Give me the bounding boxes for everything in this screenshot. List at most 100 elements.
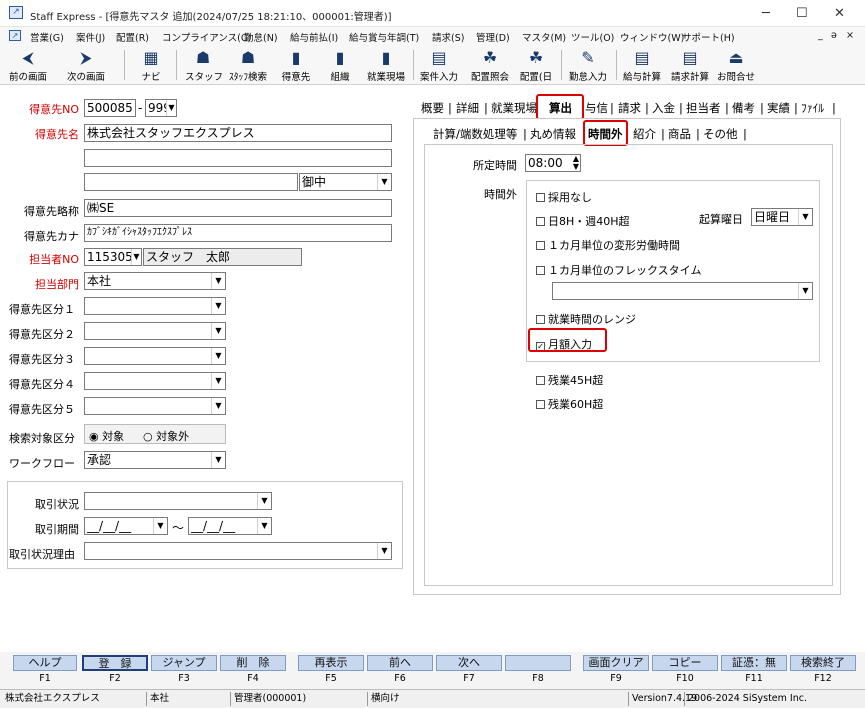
name-field-3[interactable] xyxy=(84,173,298,191)
billing-calc-button[interactable]: ▤ 請求計算 xyxy=(667,47,713,84)
trade-to-date[interactable]: __/__/__ ▼ xyxy=(188,517,272,535)
monthly-flex-checkbox[interactable]: １カ月単位のフレックスタイム xyxy=(536,262,701,278)
status-user: 管理者(000001) xyxy=(230,692,365,706)
tab-rounding-calc[interactable]: 計算/端数処理等 xyxy=(433,125,517,143)
redisplay-button[interactable]: 再表示 xyxy=(298,655,364,671)
mdi-close-button[interactable]: × xyxy=(846,30,854,41)
trade-status-select[interactable]: ▼ xyxy=(84,492,272,510)
end-search-button[interactable]: 検索終了 xyxy=(790,655,856,671)
flex-select[interactable]: ▼ xyxy=(552,282,813,300)
tab-product[interactable]: 商品 xyxy=(668,125,691,143)
menu-attendance[interactable]: 勤怠(N) xyxy=(244,30,278,44)
fixed-time-field[interactable]: 08:00 ▲ ▼ xyxy=(525,154,581,172)
mdi-minimize-button[interactable]: _ xyxy=(818,30,823,41)
key-f3: F3 xyxy=(178,673,190,684)
menu-payroll[interactable]: 給与賞与年調(T) xyxy=(349,30,419,44)
menu-master[interactable]: マスタ(M) xyxy=(522,30,566,44)
help-button[interactable]: ヘルプ xyxy=(13,655,77,671)
toolbar-separator xyxy=(561,50,562,80)
tab-detail[interactable]: 詳細 xyxy=(456,99,479,117)
daily8h-weekly40h-checkbox[interactable]: 日8H・週40H超 xyxy=(536,213,630,229)
search-exclude-radio[interactable]: ○ 対象外 xyxy=(143,428,189,444)
tab-files[interactable]: ﾌｧｲﾙ xyxy=(801,99,824,117)
tab-rounding-info[interactable]: 丸め情報 xyxy=(530,125,576,143)
tab-other[interactable]: その他 xyxy=(703,125,738,143)
staff-search-button[interactable]: ☗ ｽﾀｯﾌ検索 xyxy=(224,47,272,84)
spinner-icon[interactable]: ▲ ▼ xyxy=(573,155,579,171)
start-day-select[interactable]: 日曜日 ▼ xyxy=(751,208,813,226)
menu-tools[interactable]: ツール(O) xyxy=(571,30,614,44)
tab-results[interactable]: 実績 xyxy=(767,99,790,117)
tab-notes[interactable]: 備考 xyxy=(732,99,755,117)
dept-select[interactable]: 本社 ▼ xyxy=(84,272,226,290)
kana-field[interactable]: ｶﾌﾞｼｷｶﾞｲｼｬｽﾀｯﾌｴｸｽﾌﾟﾚｽ xyxy=(84,224,392,242)
mdi-restore-button[interactable]: ǝ xyxy=(831,30,837,41)
window-title: Staff Express - [得意先マスタ 追加(2024/07/25 18… xyxy=(30,12,392,23)
name-field-2[interactable] xyxy=(84,149,392,167)
worksite-button[interactable]: ▮ 就業現場 xyxy=(362,47,410,84)
name-field-1[interactable]: 株式会社スタッフエクスプレス xyxy=(84,124,392,142)
prev-button[interactable]: 前へ xyxy=(367,655,433,671)
cust-sub-select[interactable]: 999 ▼ xyxy=(145,99,177,117)
honorific-select[interactable]: 御中 ▼ xyxy=(299,173,392,191)
jump-button[interactable]: ジャンプ xyxy=(151,655,217,671)
short-name-field[interactable]: ㈱SE xyxy=(84,199,392,217)
search-target-radio[interactable]: ◉ 対象 xyxy=(89,428,124,444)
class4-select[interactable]: ▼ xyxy=(84,372,226,390)
tab-payment[interactable]: 入金 xyxy=(652,99,675,117)
tab-worksite[interactable]: 就業現場 xyxy=(491,99,537,117)
assign-inquiry-button[interactable]: ☘ 配置照会 xyxy=(467,47,513,84)
tab-overview[interactable]: 概要 xyxy=(421,99,444,117)
tab-referral[interactable]: 紹介 xyxy=(633,125,656,143)
monthly-variable-checkbox[interactable]: １カ月単位の変形労働時間 xyxy=(536,237,680,253)
class2-select[interactable]: ▼ xyxy=(84,322,226,340)
cust-no-field[interactable]: 500085 xyxy=(84,99,136,117)
trade-from-date[interactable]: __/__/__ ▼ xyxy=(84,517,168,535)
forward-button[interactable]: ⮞ 次の画面 xyxy=(62,47,110,84)
work-range-checkbox[interactable]: 就業時間のレンジ xyxy=(536,311,636,327)
menu-support[interactable]: サポート(H) xyxy=(682,30,735,44)
menu-billing[interactable]: 請求(S) xyxy=(432,30,464,44)
tab-credit[interactable]: 与信 xyxy=(585,99,608,117)
assign-daily-button[interactable]: ☘ 配置(日 xyxy=(516,47,556,84)
attendance-entry-button[interactable]: ✎ 勤怠入力 xyxy=(565,47,611,84)
chevron-down-icon: ▼ xyxy=(131,249,141,265)
payroll-calc-button[interactable]: ▤ 給与計算 xyxy=(619,47,665,84)
project-entry-button[interactable]: ▤ 案件入力 xyxy=(416,47,462,84)
menu-window[interactable]: ウィンドウ(W) xyxy=(620,30,684,44)
menu-project[interactable]: 案件(J) xyxy=(76,30,105,44)
menu-assign[interactable]: 配置(R) xyxy=(116,30,149,44)
clear-screen-button[interactable]: 画面クリア xyxy=(583,655,649,671)
contact-button[interactable]: ⏏ お問合せ xyxy=(713,47,759,84)
organization-button[interactable]: ▮ 組織 xyxy=(325,47,355,84)
f8-button[interactable] xyxy=(505,655,571,671)
customer-button[interactable]: ▮ 得意先 xyxy=(276,47,316,84)
staff-no-select[interactable]: 115305 ▼ xyxy=(84,248,142,266)
tab-person[interactable]: 担当者 xyxy=(686,99,721,117)
workflow-select[interactable]: 承認 ▼ xyxy=(84,451,226,469)
navi-button[interactable]: ▦ ナビ xyxy=(136,47,166,84)
class5-select[interactable]: ▼ xyxy=(84,397,226,415)
class1-select[interactable]: ▼ xyxy=(84,297,226,315)
back-button[interactable]: ⮜ 前の画面 xyxy=(6,47,50,84)
register-button[interactable]: 登 録 xyxy=(82,655,148,671)
menu-admin[interactable]: 管理(D) xyxy=(476,30,510,44)
tab-billing[interactable]: 請求 xyxy=(618,99,641,117)
menu-sales[interactable]: 営業(G) xyxy=(30,30,64,44)
overtime45h-checkbox[interactable]: 残業45H超 xyxy=(536,372,603,388)
maximize-button[interactable]: ☐ xyxy=(796,6,808,21)
evidence-button[interactable]: 証憑：無 xyxy=(721,655,787,671)
next-button[interactable]: 次へ xyxy=(436,655,502,671)
delete-button[interactable]: 削 除 xyxy=(220,655,286,671)
no-adopt-checkbox[interactable]: 採用なし xyxy=(536,189,592,205)
trade-reason-select[interactable]: ▼ xyxy=(84,542,392,560)
class3-select[interactable]: ▼ xyxy=(84,347,226,365)
minimize-button[interactable]: ─ xyxy=(762,6,770,21)
overtime60h-checkbox[interactable]: 残業60H超 xyxy=(536,396,603,412)
project-entry-icon: ▤ xyxy=(431,48,447,67)
copy-button[interactable]: コピー xyxy=(652,655,718,671)
staff-button[interactable]: ☗ スタッフ xyxy=(185,47,223,84)
close-button[interactable]: ✕ xyxy=(834,6,845,21)
menu-prepay[interactable]: 給与前払(I) xyxy=(290,30,338,44)
menu-compliance[interactable]: コンプライアンス(C) xyxy=(162,30,251,44)
